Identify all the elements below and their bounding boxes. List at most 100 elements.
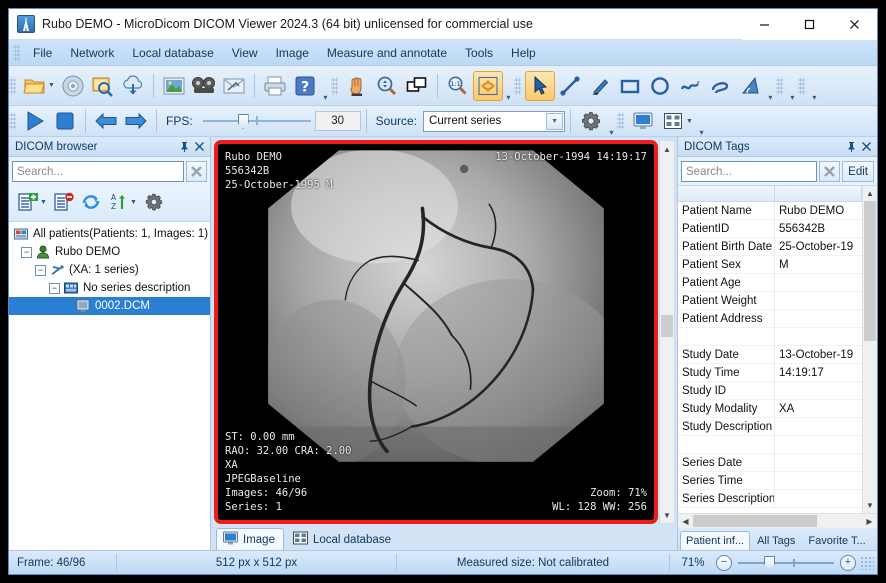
fps-value-field[interactable]: 30	[314, 111, 361, 131]
print-icon[interactable]	[260, 71, 290, 101]
add-files-icon[interactable]	[15, 187, 41, 217]
table-row[interactable]: Study Date 13-October-19	[678, 346, 862, 364]
ellipse-icon[interactable]	[645, 71, 675, 101]
table-row[interactable]: Study Modality XA	[678, 400, 862, 418]
menu-item-tools[interactable]: Tools	[456, 43, 502, 63]
extra-toolbar-overflow-button-1[interactable]: ▾	[787, 69, 798, 103]
scroll-down-icon[interactable]: ▼	[660, 507, 674, 523]
table-row[interactable]	[678, 328, 862, 346]
remove-files-icon[interactable]	[51, 187, 77, 217]
sort-dropdown-caret[interactable]: ▼	[130, 199, 137, 206]
tags-hscrollbar-thumb[interactable]	[693, 515, 817, 527]
maximize-button[interactable]	[787, 9, 832, 40]
zoom-slider-thumb[interactable]	[764, 555, 775, 570]
tab-all-tags[interactable]: All Tags	[751, 531, 801, 550]
table-row[interactable]: Patient Sex M	[678, 256, 862, 274]
extra-toolbar-overflow-button-2[interactable]: ▾	[809, 69, 820, 103]
edit-tags-button[interactable]: Edit	[842, 161, 874, 182]
clear-search-icon[interactable]	[186, 161, 207, 182]
menu-item-view[interactable]: View	[223, 43, 267, 63]
column-header-value[interactable]	[775, 186, 862, 201]
tags-vertical-scrollbar[interactable]: ▲ ▼	[862, 186, 877, 513]
open-cd-icon[interactable]	[58, 71, 88, 101]
close-icon[interactable]	[192, 139, 207, 154]
toolbar-grip-handle-4[interactable]	[775, 76, 783, 95]
tree-item-patient-rubo-demo[interactable]: − Rubo DEMO	[9, 243, 210, 261]
playback-grip-handle[interactable]	[9, 112, 16, 130]
table-row[interactable]	[678, 436, 862, 454]
scroll-up-icon[interactable]: ▲	[863, 186, 877, 201]
tags-horizontal-scrollbar[interactable]: ◀ ▶	[678, 513, 877, 528]
freehand-pen-icon[interactable]	[585, 71, 615, 101]
annotate-toolbar-overflow-button[interactable]: ▾	[765, 69, 776, 103]
gear-icon[interactable]	[576, 106, 606, 136]
tree-expander-icon[interactable]: −	[21, 246, 32, 258]
search-input[interactable]: Search...	[12, 161, 184, 182]
zoom-out-icon[interactable]: −	[716, 554, 732, 571]
next-frame-button[interactable]	[121, 106, 151, 136]
tab-favorite-tags[interactable]: Favorite T...	[802, 531, 871, 550]
add-files-dropdown-caret[interactable]: ▼	[40, 199, 47, 206]
clear-tags-search-icon[interactable]	[819, 161, 841, 182]
chevron-down-icon[interactable]: ▼	[546, 112, 564, 130]
toolbar-grip-handle-1[interactable]	[9, 76, 16, 95]
play-button[interactable]	[20, 106, 50, 136]
help-icon[interactable]: ?	[290, 71, 320, 101]
table-row[interactable]: PatientID 556342B	[678, 220, 862, 238]
close-icon[interactable]	[859, 139, 874, 154]
scroll-down-icon[interactable]: ▼	[863, 498, 877, 513]
pan-hand-icon[interactable]	[342, 71, 372, 101]
copy-window-icon[interactable]	[402, 71, 432, 101]
frame-scrollbar[interactable]: ▲ ▼	[659, 140, 675, 524]
close-button[interactable]	[832, 9, 877, 40]
tags-hscrollbar-track[interactable]	[693, 514, 862, 528]
tags-scrollbar-track[interactable]	[863, 201, 877, 498]
zoom-one-to-one-icon[interactable]: 1:1	[443, 71, 473, 101]
select-arrow-icon[interactable]	[524, 70, 555, 101]
layout-toolbar-overflow-button[interactable]: ▾	[696, 104, 707, 138]
frame-scrollbar-track[interactable]	[660, 157, 674, 507]
tab-local-database[interactable]: Local database	[286, 528, 400, 550]
closed-curve-icon[interactable]	[705, 71, 735, 101]
sort-az-icon[interactable]: A Z	[105, 187, 131, 217]
tree-item-file-0002-dcm[interactable]: 0002.DCM	[9, 297, 210, 315]
menu-item-local-database[interactable]: Local database	[123, 43, 222, 63]
main-toolbar-overflow-button[interactable]: ▾	[320, 69, 331, 103]
table-row[interactable]: Patient Birth Date 25-October-19	[678, 238, 862, 256]
table-row[interactable]: Study ID	[678, 382, 862, 400]
previous-frame-button[interactable]	[91, 106, 121, 136]
rectangle-icon[interactable]	[615, 71, 645, 101]
menu-grip-handle[interactable]	[13, 43, 20, 62]
zoom-inout-icon[interactable]	[372, 71, 402, 101]
frame-scrollbar-thumb[interactable]	[661, 314, 673, 337]
scroll-left-icon[interactable]: ◀	[678, 514, 693, 529]
tags-scrollbar-thumb[interactable]	[864, 201, 876, 341]
menu-item-measure-annotate[interactable]: Measure and annotate	[318, 43, 456, 63]
tree-expander-icon[interactable]: −	[35, 264, 46, 276]
table-row[interactable]: Patient Age	[678, 274, 862, 292]
column-header-tag[interactable]	[678, 186, 775, 201]
table-row[interactable]: Study Description	[678, 418, 862, 436]
tab-image[interactable]: Image	[216, 528, 284, 550]
toolbar-grip-handle-5[interactable]	[797, 76, 805, 95]
fit-to-window-icon[interactable]	[472, 70, 503, 101]
angle-icon[interactable]	[735, 71, 765, 101]
scroll-right-icon[interactable]: ▶	[862, 514, 877, 529]
table-row[interactable]: Patient Address	[678, 310, 862, 328]
tree-item-all-patients[interactable]: All patients(Patients: 1, Images: 1)	[9, 225, 210, 243]
tab-patient-info[interactable]: Patient inf...	[680, 531, 751, 550]
polyline-icon[interactable]	[675, 71, 705, 101]
toolbar-grip-handle-3[interactable]	[513, 76, 521, 95]
menu-item-file[interactable]: File	[24, 43, 61, 63]
table-row[interactable]: Series Time	[678, 472, 862, 490]
send-email-icon[interactable]	[219, 71, 249, 101]
pin-icon[interactable]	[844, 139, 859, 154]
table-row[interactable]: Series Date	[678, 454, 862, 472]
scan-search-icon[interactable]	[88, 71, 118, 101]
open-folder-icon[interactable]	[20, 71, 50, 101]
table-row[interactable]: Series Description	[678, 490, 862, 508]
fps-slider[interactable]	[202, 112, 311, 130]
zoom-slider[interactable]	[738, 555, 834, 571]
menu-item-image[interactable]: Image	[267, 43, 318, 63]
export-video-icon[interactable]	[189, 71, 219, 101]
